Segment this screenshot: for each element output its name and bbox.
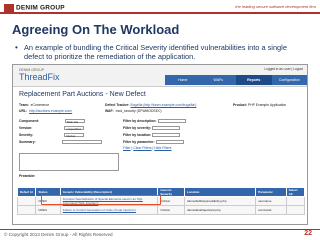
nav-reports[interactable]: Reports bbox=[236, 75, 272, 85]
slide-bullet: An example of bundling the Critical Seve… bbox=[15, 43, 304, 61]
component-row: Component: Main site bbox=[19, 119, 85, 124]
defect-tracker-label: Defect Tracker: bbox=[105, 103, 130, 107]
slide-title: Agreeing On The Workload bbox=[12, 22, 180, 37]
nav-configuration[interactable]: Configuration bbox=[272, 75, 308, 85]
cell-severity: Critical bbox=[157, 205, 185, 215]
footer-divider bbox=[0, 229, 320, 230]
col-defect-id[interactable]: Defect Id bbox=[16, 187, 37, 197]
nav-wafs[interactable]: WAFs bbox=[201, 75, 237, 85]
row-checkbox[interactable] bbox=[285, 196, 306, 206]
filter-description-input[interactable] bbox=[157, 119, 186, 124]
waf-label: WAF: bbox=[105, 109, 114, 113]
defect-tracker-row: Defect Tracker: Bugzilla (http://bzsrv.e… bbox=[105, 103, 196, 107]
preamble-label: Preamble: bbox=[19, 174, 36, 178]
app-logo-text: ThreadFix bbox=[19, 72, 60, 82]
row-checkbox[interactable] bbox=[285, 205, 306, 215]
app-nav: Home WAFs Reports Configuration bbox=[165, 75, 307, 85]
version-label: Version: bbox=[19, 126, 33, 130]
cell-location: /demo/Edit/ApprovalEntry.php bbox=[183, 196, 257, 206]
filter-severity-input[interactable] bbox=[152, 126, 181, 131]
waf-value: mod_security (DFWMODSEC) bbox=[115, 109, 162, 113]
cell-defect-id bbox=[16, 196, 37, 206]
col-generic-severity[interactable]: Generic Severity bbox=[157, 187, 185, 197]
severity-row: Severity: blocker bbox=[19, 133, 85, 138]
filter-parameter-input[interactable] bbox=[155, 140, 184, 145]
table-row: OPEN Failure to Control Generation of Co… bbox=[16, 205, 306, 215]
cell-defect-id bbox=[16, 205, 37, 215]
copyright: © Copyright 2013 Denim Group - All Right… bbox=[4, 232, 113, 237]
preamble-row: Preamble: bbox=[19, 174, 35, 178]
slide-header: DENIM GROUP the leading secure software … bbox=[0, 0, 320, 20]
team-row: Team: eCommerce bbox=[19, 103, 49, 107]
cell-parameter: username bbox=[255, 196, 287, 206]
col-select-all[interactable]: Select All bbox=[285, 187, 306, 197]
denim-group-logo: DENIM GROUP bbox=[4, 4, 65, 12]
product-label: Product: bbox=[233, 103, 247, 107]
col-location[interactable]: Location bbox=[183, 187, 257, 197]
highlight-box bbox=[41, 195, 161, 205]
cell-parameter: command bbox=[255, 205, 287, 215]
filter-severity-row: Filter by severity: bbox=[123, 126, 181, 131]
cell-status: OPEN bbox=[35, 205, 61, 215]
logo-text: DENIM GROUP bbox=[16, 4, 65, 12]
filter-location-input[interactable] bbox=[152, 133, 181, 138]
product-value: PHP Example Application bbox=[247, 103, 287, 107]
cell-vulnerability[interactable]: Failure to Control Generation of Code ('… bbox=[59, 205, 159, 215]
filter-description-row: Filter by description: bbox=[123, 119, 186, 124]
logo-mark-icon bbox=[4, 4, 14, 12]
summary-label: Summary: bbox=[19, 140, 36, 144]
url-row: URL: http://auctions.example.com/ bbox=[19, 109, 72, 113]
hide-filters-link[interactable]: Hide Filters bbox=[154, 146, 171, 150]
clear-filters-link[interactable]: Clear Filters bbox=[133, 146, 151, 150]
version-row: Version: unspecified bbox=[19, 126, 85, 131]
page-title: Replacement Part Auctions - New Defect bbox=[19, 91, 146, 98]
filter-location-label: Filter by location: bbox=[123, 133, 152, 137]
threadfix-logo: DENIM GROUP ThreadFix bbox=[19, 68, 60, 82]
summary-textarea[interactable] bbox=[19, 153, 119, 171]
component-label: Component: bbox=[19, 119, 39, 123]
severity-label: Severity: bbox=[19, 133, 34, 137]
url-link[interactable]: http://auctions.example.com/ bbox=[29, 109, 72, 113]
url-label: URL: bbox=[19, 109, 28, 113]
filter-location-row: Filter by location: bbox=[123, 133, 181, 138]
page-number: 22 bbox=[304, 230, 312, 237]
col-parameter[interactable]: Parameter bbox=[255, 187, 287, 197]
filter-description-label: Filter by description: bbox=[123, 119, 157, 123]
filter-links: Filter | Clear Filters | Hide Filters bbox=[123, 146, 172, 150]
header-divider bbox=[0, 12, 320, 14]
version-select[interactable]: unspecified bbox=[64, 126, 85, 131]
nav-home[interactable]: Home bbox=[165, 75, 201, 85]
team-label: Team: bbox=[19, 103, 29, 107]
filter-parameter-row: Filter by parameter: bbox=[123, 140, 184, 145]
filter-severity-label: Filter by severity: bbox=[123, 126, 152, 130]
severity-select[interactable]: blocker bbox=[64, 133, 85, 138]
component-select[interactable]: Main site bbox=[64, 119, 85, 124]
team-value: eCommerce bbox=[30, 103, 50, 107]
summary-row: Summary: bbox=[19, 140, 102, 145]
app-header: DENIM GROUP ThreadFix Logged in as: user … bbox=[13, 65, 307, 87]
cell-location: /demo/EvalInjection2.php bbox=[183, 205, 257, 215]
defect-tracker-link[interactable]: Bugzilla (http://bzsrv.example.com/bugzi… bbox=[130, 103, 196, 107]
tagline: the leading secure software development … bbox=[235, 4, 316, 9]
summary-input[interactable] bbox=[61, 140, 102, 145]
product-row: Product: PHP Example Application bbox=[233, 103, 286, 107]
login-info[interactable]: Logged in as: user | Logout bbox=[264, 67, 303, 71]
filter-link[interactable]: Filter bbox=[123, 146, 131, 150]
cell-severity: Critical bbox=[157, 196, 185, 206]
threadfix-screenshot: DENIM GROUP ThreadFix Logged in as: user … bbox=[12, 64, 308, 225]
waf-row: WAF: mod_security (DFWMODSEC) bbox=[105, 109, 162, 113]
filter-parameter-label: Filter by parameter: bbox=[123, 140, 155, 144]
